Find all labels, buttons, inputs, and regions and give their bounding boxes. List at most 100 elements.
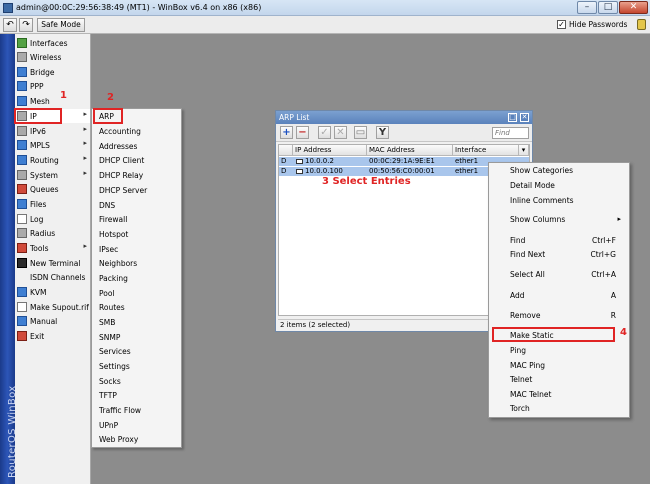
submenu-item-dhcp-server[interactable]: DHCP Server [92, 184, 181, 198]
menu-item-mac-telnet[interactable]: MAC Telnet [489, 388, 629, 401]
column-header-ip-address[interactable]: IP Address [293, 145, 367, 156]
interfaces-icon [17, 38, 27, 48]
menu-item-mac-ping[interactable]: MAC Ping [489, 359, 629, 372]
sidebar-item-tools[interactable]: Tools ▸ [15, 241, 90, 255]
menu-item-remove[interactable]: Remove R [489, 309, 629, 322]
sidebar-item-radius[interactable]: Radius [15, 226, 90, 240]
submenu-item-socks[interactable]: Socks [92, 375, 181, 389]
submenu-item-web-proxy[interactable]: Web Proxy [92, 433, 181, 447]
column-header-mac-address[interactable]: MAC Address [367, 145, 453, 156]
menu-item-torch[interactable]: Torch [489, 402, 629, 415]
submenu-item-dhcp-client[interactable]: DHCP Client [92, 154, 181, 168]
sidebar-item-label: Exit [30, 331, 45, 341]
find-input[interactable] [492, 127, 529, 139]
submenu-item-neighbors[interactable]: Neighbors [92, 257, 181, 271]
submenu-item-dns[interactable]: DNS [92, 199, 181, 213]
sidebar-item-make-supout[interactable]: Make Supout.rif [15, 300, 90, 314]
sidebar-item-wireless[interactable]: Wireless [15, 50, 90, 64]
maximize-button[interactable]: □ [598, 1, 618, 14]
menu-item-find-next[interactable]: Find Next Ctrl+G [489, 248, 629, 261]
menu-item-ping[interactable]: Ping [489, 344, 629, 357]
sidebar-item-bridge[interactable]: Bridge [15, 65, 90, 79]
submenu-item-smb[interactable]: SMB [92, 316, 181, 330]
row-mac: 00:50:56:C0:00:01 [369, 167, 435, 175]
menu-item-label: Find [510, 236, 526, 245]
submenu-item-upnp[interactable]: UPnP [92, 419, 181, 433]
sidebar-item-manual[interactable]: Manual [15, 314, 90, 328]
menu-shortcut: Ctrl+A [591, 270, 616, 279]
menu-item-select-all[interactable]: Select All Ctrl+A [489, 268, 629, 281]
sidebar-item-new-terminal[interactable]: New Terminal [15, 256, 90, 270]
hide-passwords-checkbox[interactable]: ✓ [557, 20, 566, 29]
sidebar-item-exit[interactable]: Exit [15, 329, 90, 343]
menu-item-telnet[interactable]: Telnet [489, 373, 629, 386]
submenu-item-accounting[interactable]: Accounting [92, 125, 181, 139]
context-menu: Show Categories Detail Mode Inline Comme… [488, 162, 630, 418]
sidebar-item-queues[interactable]: Queues [15, 182, 90, 196]
submenu-item-settings[interactable]: Settings [92, 360, 181, 374]
row-interface: ether1 [455, 167, 479, 175]
comment-button[interactable]: ▭ [354, 126, 367, 139]
menu-item-show-columns[interactable]: Show Columns ▸ [489, 213, 629, 226]
sidebar-item-routing[interactable]: Routing ▸ [15, 153, 90, 167]
submenu-item-dhcp-relay[interactable]: DHCP Relay [92, 169, 181, 183]
filter-button[interactable]: Y [376, 126, 389, 139]
menu-item-inline-comments[interactable]: Inline Comments [489, 194, 629, 207]
exit-icon [17, 331, 27, 341]
menu-item-detail-mode[interactable]: Detail Mode [489, 179, 629, 192]
menu-item-label: Find Next [510, 250, 546, 259]
sidebar-item-mesh[interactable]: Mesh [15, 94, 90, 108]
submenu-item-addresses[interactable]: Addresses [92, 140, 181, 154]
sidebar-item-label: MPLS [30, 140, 50, 150]
row-interface: ether1 [455, 157, 479, 165]
sidebar-item-ipv6[interactable]: IPv6 ▸ [15, 124, 90, 138]
menu-shortcut: R [610, 311, 616, 320]
sidebar-item-kvm[interactable]: KVM [15, 285, 90, 299]
submenu-item-services[interactable]: Services [92, 345, 181, 359]
menu-item-add[interactable]: Add A [489, 289, 629, 302]
sidebar-item-mpls[interactable]: MPLS ▸ [15, 138, 90, 152]
minimize-button[interactable]: – [577, 1, 597, 14]
menu-item-label: MAC Telnet [510, 390, 552, 399]
annotation-box-ip [14, 108, 62, 124]
menu-shortcut: A [610, 291, 616, 300]
column-header-interface[interactable]: Interface [453, 145, 519, 156]
submenu-item-hotspot[interactable]: Hotspot [92, 228, 181, 242]
remove-button[interactable]: − [296, 126, 309, 139]
menu-item-find[interactable]: Find Ctrl+F [489, 234, 629, 247]
safe-mode-button[interactable]: Safe Mode [37, 18, 85, 32]
arp-maximize-button[interactable]: □ [508, 113, 517, 122]
row-ip: 10.0.0.100 [305, 167, 343, 175]
sidebar-item-files[interactable]: Files [15, 197, 90, 211]
menu-item-label: Ping [510, 346, 526, 355]
submenu-item-tftp[interactable]: TFTP [92, 389, 181, 403]
undo-button[interactable]: ↶ [3, 18, 17, 32]
menu-item-label: Show Columns [510, 215, 566, 224]
submenu-item-firewall[interactable]: Firewall [92, 213, 181, 227]
submenu-item-pool[interactable]: Pool [92, 287, 181, 301]
hide-passwords-toggle[interactable]: ✓ Hide Passwords [557, 20, 627, 29]
menu-item-label: Add [510, 291, 525, 300]
submenu-item-traffic-flow[interactable]: Traffic Flow [92, 404, 181, 418]
submenu-item-snmp[interactable]: SNMP [92, 331, 181, 345]
add-button[interactable]: + [280, 126, 293, 139]
sidebar-item-system[interactable]: System ▸ [15, 168, 90, 182]
enable-button[interactable]: ✓ [318, 126, 331, 139]
sidebar-item-label: Bridge [30, 67, 55, 77]
submenu-item-packing[interactable]: Packing [92, 272, 181, 286]
menu-item-label: Torch [510, 404, 530, 413]
sidebar-item-log[interactable]: Log [15, 212, 90, 226]
submenu-arrow-icon: ▸ [617, 215, 621, 223]
redo-button[interactable]: ↷ [19, 18, 33, 32]
menu-item-show-categories[interactable]: Show Categories [489, 164, 629, 177]
submenu-item-routes[interactable]: Routes [92, 301, 181, 315]
arp-close-button[interactable]: ✕ [520, 113, 529, 122]
sidebar-item-label: Queues [30, 184, 59, 194]
sidebar-item-isdn-channels[interactable]: ISDN Channels [15, 270, 90, 284]
sidebar-item-ppp[interactable]: PPP [15, 79, 90, 93]
disable-button[interactable]: ✕ [334, 126, 347, 139]
sidebar-item-interfaces[interactable]: Interfaces [15, 36, 90, 50]
close-button[interactable]: ✕ [619, 1, 648, 14]
submenu-item-ipsec[interactable]: IPsec [92, 243, 181, 257]
column-menu-icon[interactable]: ▾ [519, 145, 529, 156]
